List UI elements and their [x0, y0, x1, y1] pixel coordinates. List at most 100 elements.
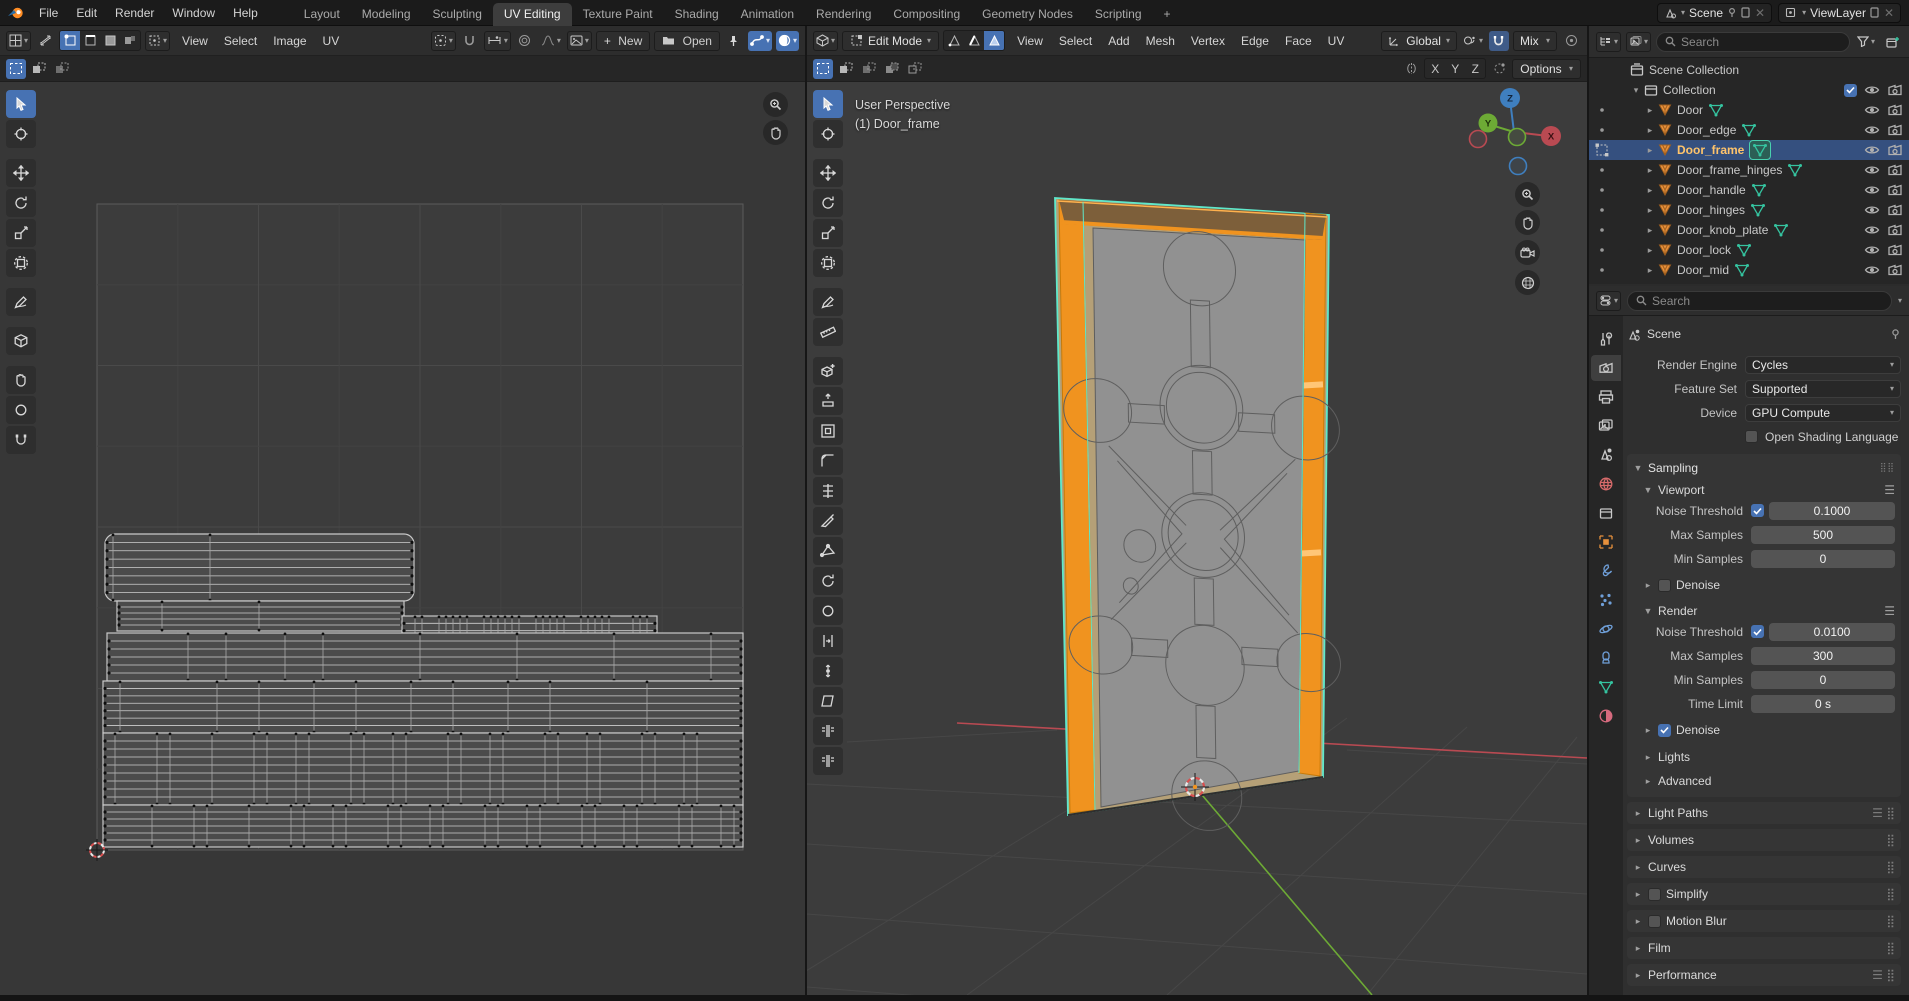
vp-menu-add[interactable]: Add	[1100, 29, 1137, 53]
vp-edge-slide-tool[interactable]	[813, 627, 843, 655]
vp-rip-edge-tool[interactable]	[813, 747, 843, 775]
vp-shear-tool[interactable]	[813, 687, 843, 715]
uv-select-edge-icon[interactable]	[80, 31, 100, 50]
properties-tab-modifiers[interactable]	[1591, 558, 1621, 584]
uv-pan-button[interactable]	[763, 120, 788, 145]
render-denoise-header[interactable]: ▸ Denoise	[1633, 720, 1895, 740]
object-name[interactable]: Door_handle	[1677, 183, 1746, 197]
vp-boxselect-subtract-icon[interactable]	[859, 59, 879, 79]
object-name[interactable]: Door_frame	[1677, 143, 1744, 157]
delete-viewlayer-icon[interactable]: ✕	[1884, 6, 1894, 20]
outliner-row-door-handle[interactable]: ▸ Door_handle	[1589, 180, 1909, 200]
viewport-denoise-checkbox[interactable]	[1658, 578, 1671, 592]
disable-render-icon[interactable]	[1887, 102, 1903, 118]
vp-knife-tool[interactable]	[813, 507, 843, 535]
uv-image-browse-icon[interactable]: ▾	[566, 30, 592, 51]
workspace-tab-shading[interactable]: Shading	[664, 3, 730, 26]
uv-island[interactable]	[116, 600, 405, 632]
workspace-tab-geometry-nodes[interactable]: Geometry Nodes	[971, 3, 1084, 26]
uv-rotate-tool[interactable]	[6, 189, 36, 217]
sampling-panel-header[interactable]: ▼ Sampling ⣿⣿	[1633, 457, 1895, 478]
disable-render-icon[interactable]	[1887, 82, 1903, 98]
pin-icon[interactable]	[1890, 328, 1901, 340]
viewport-min-samples-value[interactable]: 0	[1751, 549, 1895, 568]
outliner-row-door-lock[interactable]: ▸ Door_lock	[1589, 240, 1909, 260]
outliner-row-door[interactable]: ▸ Door	[1589, 100, 1909, 120]
render-noise-threshold-checkbox[interactable]	[1751, 625, 1764, 638]
render-denoise-checkbox[interactable]	[1658, 723, 1671, 737]
uv-sticky-select-icon[interactable]: ▾	[145, 30, 171, 51]
expand-icon[interactable]: ▾	[1629, 85, 1643, 96]
hide-eye-icon[interactable]	[1864, 242, 1880, 258]
uv-snap-icon[interactable]	[460, 31, 480, 51]
outliner-row-collection[interactable]: ▾ Collection	[1589, 80, 1909, 100]
uv-pin-icon[interactable]	[724, 31, 744, 51]
workspace-tab-uv-editing[interactable]: UV Editing	[492, 2, 572, 26]
collection-checkbox[interactable]	[1844, 83, 1857, 97]
expand-icon[interactable]: ▸	[1643, 125, 1657, 136]
feature-set-dropdown[interactable]: Supported ▾	[1745, 379, 1901, 398]
topbar-menu-file[interactable]: File	[30, 2, 67, 24]
uv-falloff-icon[interactable]: ▾	[539, 31, 563, 51]
uv-scale-tool[interactable]	[6, 219, 36, 247]
topbar-menu-render[interactable]: Render	[106, 2, 163, 24]
vp-scale-tool[interactable]	[813, 219, 843, 247]
properties-tab-material[interactable]	[1591, 703, 1621, 729]
vp-menu-view[interactable]: View	[1009, 29, 1051, 53]
vp-inset-faces-tool[interactable]	[813, 417, 843, 445]
select-face-icon[interactable]	[984, 31, 1005, 50]
uv-menu-select[interactable]: Select	[216, 29, 265, 53]
uv-boxselect-extend-icon[interactable]	[29, 59, 49, 79]
vp-menu-edge[interactable]: Edge	[1233, 29, 1277, 53]
scene-name[interactable]: Scene	[1689, 6, 1723, 20]
editor-type-uv-icon[interactable]: ▾	[6, 30, 32, 51]
mirror-axis-x-button[interactable]: X	[1425, 59, 1445, 78]
uv-island[interactable]	[102, 732, 744, 806]
new-collection-icon[interactable]	[1882, 32, 1902, 52]
properties-tab-tool[interactable]	[1591, 326, 1621, 352]
expand-icon[interactable]: ▸	[1643, 165, 1657, 176]
hide-eye-icon[interactable]	[1864, 102, 1880, 118]
pin-icon[interactable]	[1727, 7, 1737, 18]
uv-select-island-icon[interactable]	[120, 31, 140, 50]
workspace-tab-scripting[interactable]: Scripting	[1084, 3, 1153, 26]
outliner-row-door-edge[interactable]: ▸ Door_edge	[1589, 120, 1909, 140]
vp-rip-region-tool[interactable]	[813, 717, 843, 745]
vp-boxselect-invert-icon[interactable]	[882, 59, 902, 79]
workspace-tab-texture-paint[interactable]: Texture Paint	[572, 3, 664, 26]
object-name[interactable]: Door_edge	[1677, 123, 1736, 137]
viewlayer-selector[interactable]: ▾ ViewLayer ✕	[1778, 2, 1901, 23]
viewlayer-name[interactable]: ViewLayer	[1810, 6, 1866, 20]
properties-search-input[interactable]: Search	[1627, 290, 1892, 311]
vp-select-box-tool[interactable]	[813, 90, 843, 118]
viewport-noise-threshold-value[interactable]: 0.1000	[1769, 501, 1895, 520]
select-edge-icon[interactable]	[964, 31, 984, 50]
outliner-search-input[interactable]: Search	[1656, 31, 1850, 52]
expand-icon[interactable]: ▸	[1643, 105, 1657, 116]
viewport-subpanel-header[interactable]: ▼ Viewport ☰	[1633, 480, 1895, 500]
editor-type-3d-icon[interactable]: ▾	[813, 30, 839, 51]
expand-icon[interactable]: ▸	[1643, 225, 1657, 236]
properties-tab-physics[interactable]	[1591, 616, 1621, 642]
pivot-point-dropdown[interactable]: ▾	[1461, 31, 1485, 51]
select-vertex-icon[interactable]	[944, 31, 964, 50]
uv-rip-region-tool[interactable]	[6, 327, 36, 355]
properties-tab-scene[interactable]	[1591, 442, 1621, 468]
viewport-denoise-header[interactable]: ▸ Denoise	[1633, 575, 1895, 595]
outliner-row-door-knob-plate[interactable]: ▸ Door_knob_plate	[1589, 220, 1909, 240]
uv-grab-tool[interactable]	[6, 366, 36, 394]
outliner-row-door-mid[interactable]: ▸ Door_mid	[1589, 260, 1909, 280]
panel-checkbox[interactable]	[1648, 914, 1661, 928]
panel-curves[interactable]: ▸ Curves ⣿	[1627, 856, 1901, 878]
vp-loop-cut-tool[interactable]	[813, 477, 843, 505]
osl-checkbox[interactable]	[1745, 430, 1758, 443]
uv-select-face-icon[interactable]	[100, 31, 120, 50]
vp-toggle-ortho-button[interactable]	[1515, 270, 1540, 295]
uv-boxselect-set-icon[interactable]	[6, 58, 26, 79]
uv-menu-view[interactable]: View	[174, 29, 216, 53]
uv-relax-tool[interactable]	[6, 396, 36, 424]
uv-cursor-tool[interactable]	[6, 120, 36, 148]
editor-type-properties-icon[interactable]: ▾	[1596, 290, 1622, 311]
vp-poly-build-tool[interactable]	[813, 537, 843, 565]
vp-zoom-button[interactable]	[1515, 182, 1540, 207]
